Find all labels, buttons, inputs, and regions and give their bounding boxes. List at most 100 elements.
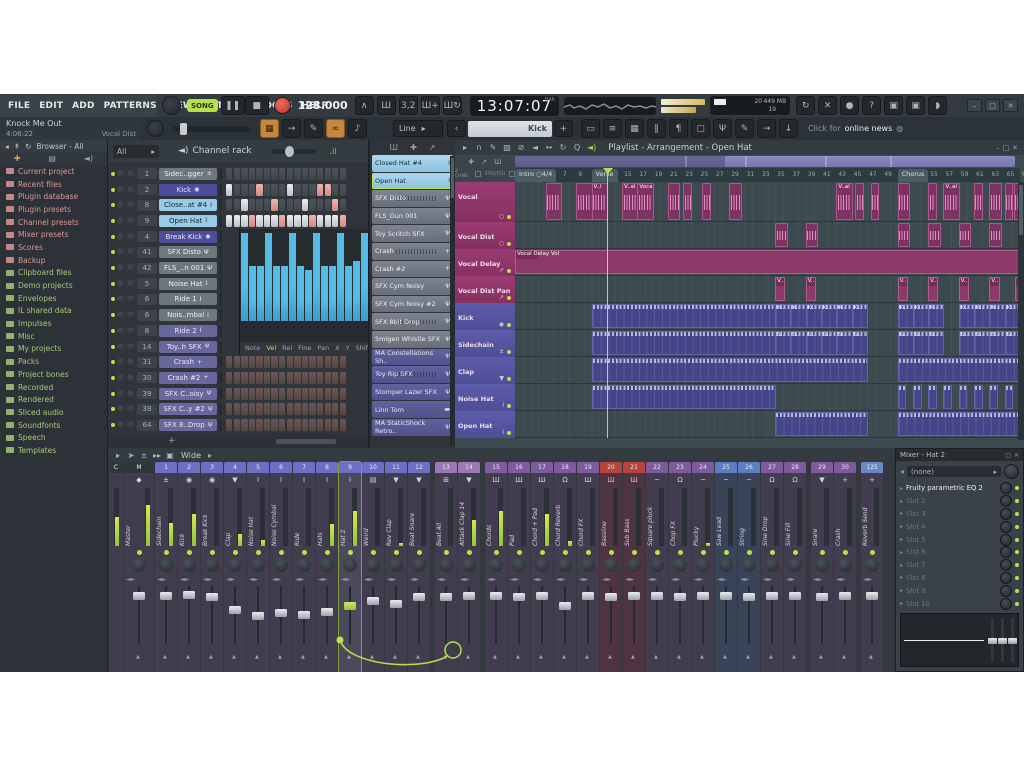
picker-item[interactable]: FLS_Gun 001Ψ: [372, 208, 453, 225]
clip[interactable]: K..: [852, 304, 868, 328]
clip[interactable]: [546, 183, 562, 220]
slot-mix-knob[interactable]: [1000, 482, 1012, 494]
clip[interactable]: S..: [959, 331, 975, 355]
strip-led[interactable]: [348, 550, 353, 555]
eq-band-slider[interactable]: [1008, 638, 1017, 644]
route-arrow[interactable]: ▲: [746, 654, 750, 660]
fader-handle[interactable]: [743, 593, 755, 601]
clip[interactable]: [592, 331, 777, 355]
strip-led[interactable]: [256, 550, 261, 555]
clip[interactable]: [775, 412, 868, 436]
step-cell[interactable]: [340, 403, 346, 415]
route-arrow[interactable]: ▲: [466, 654, 470, 660]
fader-handle[interactable]: [344, 602, 356, 610]
clip[interactable]: S..: [775, 331, 791, 355]
plugin-slot[interactable]: ▸Slot 4: [896, 520, 1023, 533]
volume-knob[interactable]: [127, 358, 135, 366]
edit-icon-4[interactable]: ♪: [348, 119, 367, 138]
channel-button[interactable]: Close..at #4I: [159, 199, 217, 211]
step-cell[interactable]: [264, 215, 270, 227]
step-cell[interactable]: [271, 168, 277, 180]
clip[interactable]: [989, 183, 1001, 220]
track-header-clap[interactable]: Clap▼: [455, 357, 515, 384]
window-button-0[interactable]: –: [967, 99, 982, 112]
channel-number[interactable]: 38: [137, 404, 157, 415]
strip-pan-knob[interactable]: [788, 558, 802, 572]
fader-handle[interactable]: [536, 592, 548, 600]
step-cell[interactable]: [332, 419, 338, 431]
clip[interactable]: [913, 385, 922, 409]
fader-handle[interactable]: [513, 593, 525, 601]
channel-led[interactable]: [111, 250, 115, 254]
step-cell[interactable]: [256, 388, 262, 400]
channel-button[interactable]: Sidec..gger±: [159, 168, 217, 180]
step-cell[interactable]: [249, 184, 255, 196]
step-cell[interactable]: [340, 419, 346, 431]
route-arrow[interactable]: ▲: [723, 654, 727, 660]
strip-led[interactable]: [371, 550, 376, 555]
step-cell[interactable]: [302, 168, 308, 180]
step-cell[interactable]: [287, 356, 293, 368]
route-arrow[interactable]: ▲: [654, 654, 658, 660]
pan-knob[interactable]: [117, 233, 125, 241]
browser-item[interactable]: Misc: [0, 330, 107, 343]
graph-label-pan[interactable]: Pan: [317, 344, 329, 352]
slot-mix-knob[interactable]: [1000, 572, 1012, 584]
channel-button[interactable]: Break Kick◉: [159, 231, 217, 243]
step-cell[interactable]: [249, 356, 255, 368]
slot-mix-knob[interactable]: [1000, 598, 1012, 610]
fader-handle[interactable]: [651, 592, 663, 600]
browser-item[interactable]: My projects: [0, 343, 107, 356]
clip[interactable]: [668, 183, 680, 220]
utility-icon-3[interactable]: ?: [862, 96, 881, 115]
plugin-slot[interactable]: ▸Slot 3: [896, 508, 1023, 521]
clip[interactable]: S..: [790, 331, 806, 355]
pattern-stepper[interactable]: ‹: [447, 120, 466, 137]
graph-label-note[interactable]: Note: [245, 344, 260, 352]
clip[interactable]: K..: [775, 304, 791, 328]
browser-add-tab[interactable]: ✚: [14, 154, 21, 163]
step-cell[interactable]: [332, 356, 338, 368]
eq-display[interactable]: [900, 613, 1019, 667]
slot-mix-knob[interactable]: [1000, 546, 1012, 558]
clip[interactable]: [928, 223, 940, 247]
slot-enable-led[interactable]: [1015, 563, 1019, 567]
strip-pan-knob[interactable]: [489, 558, 503, 572]
graph-bar[interactable]: [321, 266, 328, 321]
channel-number[interactable]: 31: [137, 357, 157, 368]
step-cell[interactable]: [340, 199, 346, 211]
pan-knob[interactable]: [117, 248, 125, 256]
pan-knob[interactable]: [117, 264, 125, 272]
step-cell[interactable]: [325, 388, 331, 400]
track-header-kick[interactable]: Kick◉: [455, 303, 515, 330]
step-cell[interactable]: [294, 388, 300, 400]
step-cell[interactable]: [271, 419, 277, 431]
step-cell[interactable]: [249, 168, 255, 180]
mixer-strip-kick[interactable]: 2◉Kick◄►▲: [178, 462, 200, 672]
picker-item[interactable]: MA StaticShock Retro..Ψ: [372, 419, 453, 436]
track-enable-dot[interactable]: [507, 377, 511, 381]
mixer-strip-pad[interactable]: 16ШPad◄►▲: [508, 462, 530, 672]
track-enable-dot[interactable]: [507, 296, 511, 300]
route-arrow[interactable]: ▲: [700, 654, 704, 660]
graph-bar[interactable]: [297, 266, 304, 321]
slot-mix-knob[interactable]: [1000, 508, 1012, 520]
step-cell[interactable]: [332, 184, 338, 196]
step-cell[interactable]: [234, 356, 240, 368]
slot-enable-led[interactable]: [1015, 589, 1019, 593]
mixer-strip-break-kick[interactable]: 3◉Break Kick◄►▲: [201, 462, 223, 672]
clip[interactable]: V..: [959, 277, 969, 301]
panel-icon-9[interactable]: ↓: [779, 119, 798, 138]
graph-label-fine[interactable]: Fine: [298, 344, 311, 352]
step-cell[interactable]: [226, 199, 232, 211]
utility-icon-1[interactable]: ✕: [818, 96, 837, 115]
mixer-strip-c[interactable]: C: [109, 462, 123, 672]
route-arrow[interactable]: ▲: [393, 654, 397, 660]
fader-handle[interactable]: [298, 611, 310, 619]
clip[interactable]: K..: [959, 304, 975, 328]
playlist-tool-5[interactable]: ◄: [531, 140, 539, 156]
step-cell[interactable]: [256, 419, 262, 431]
marker-chorus[interactable]: Chorus: [898, 169, 929, 182]
fader-handle[interactable]: [367, 597, 379, 605]
step-sequencer[interactable]: [226, 419, 346, 431]
